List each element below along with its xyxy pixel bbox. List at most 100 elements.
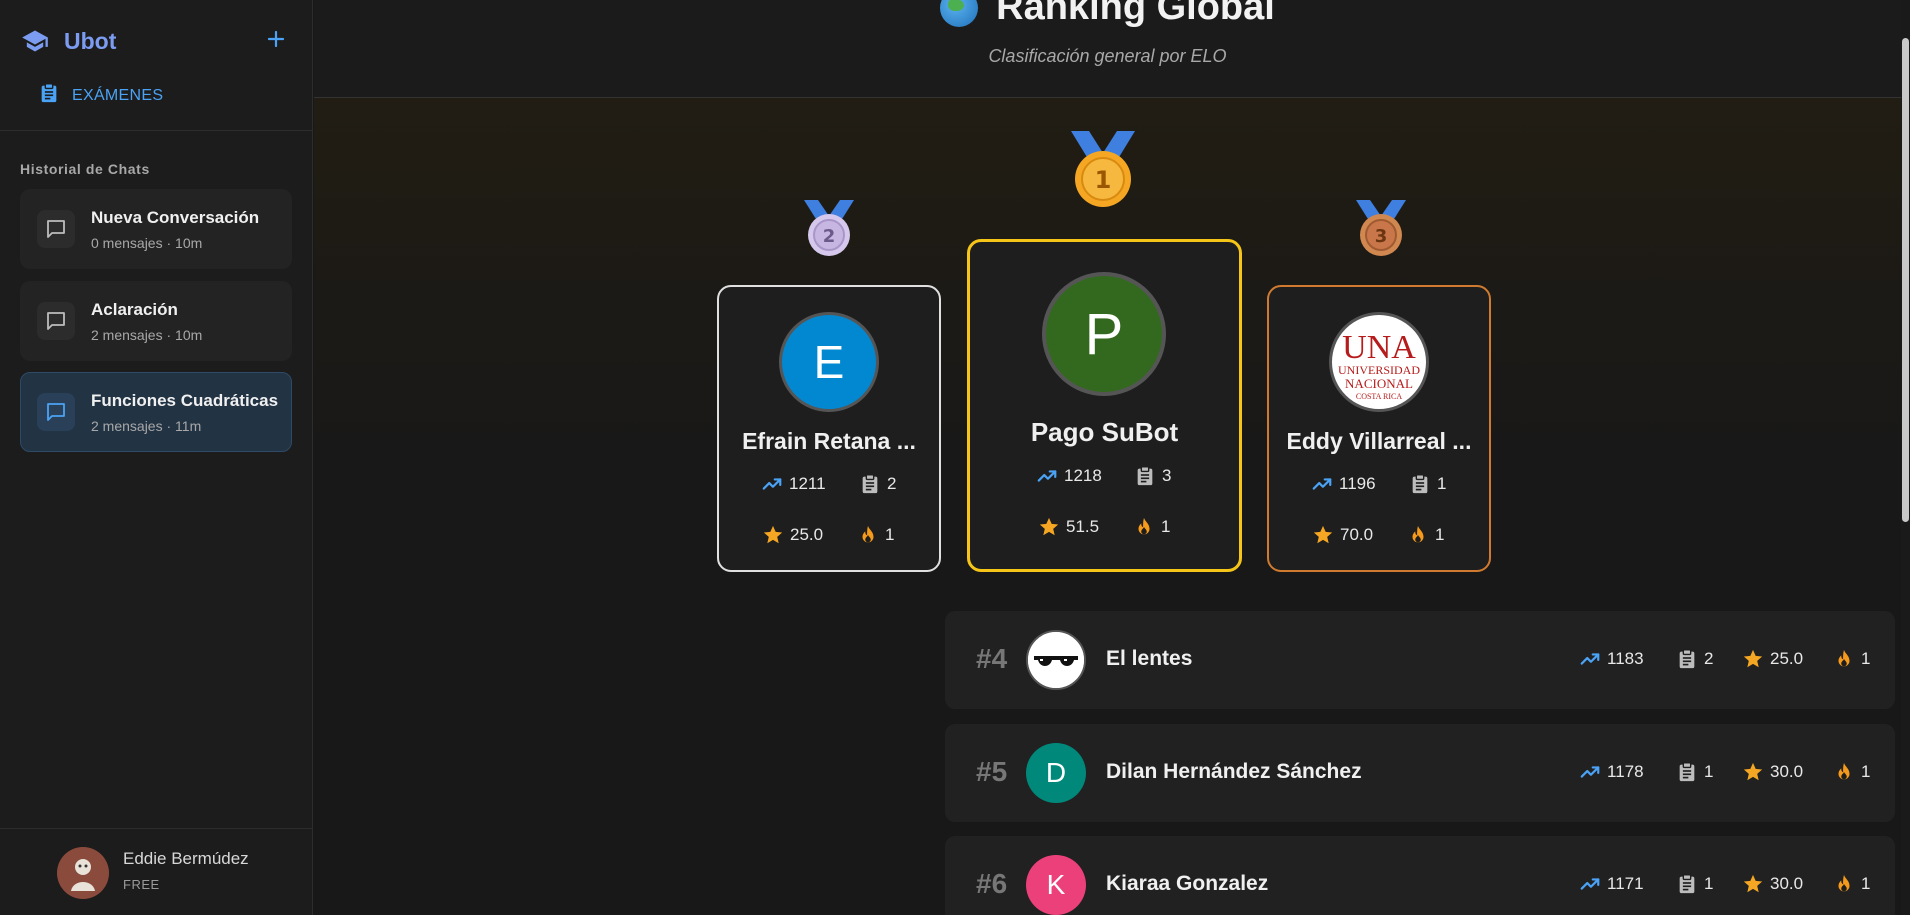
globe-icon xyxy=(940,0,979,27)
svg-text:UNIVERSIDAD: UNIVERSIDAD xyxy=(1338,363,1420,377)
player-name: Eddy Villarreal ... xyxy=(1286,428,1472,454)
chat-item-active[interactable]: Funciones Cuadráticas 2 mensajes · 11m xyxy=(20,372,292,452)
streak-value: 1 xyxy=(1861,874,1871,893)
rank-number: #6 xyxy=(976,868,1008,899)
elo-stat: 1211 xyxy=(761,473,826,495)
scrollbar[interactable] xyxy=(1901,0,1910,915)
exams-stat: 1 xyxy=(1409,473,1446,495)
fire-icon xyxy=(1833,761,1855,783)
user-panel[interactable]: Eddie Bermúdez FREE xyxy=(0,828,313,915)
exams-stat: 1 xyxy=(1676,873,1713,895)
graduation-cap-icon xyxy=(20,26,50,56)
elo-stat: 1183 xyxy=(1579,648,1644,670)
exams-value: 3 xyxy=(1162,466,1172,485)
brand[interactable]: Ubot xyxy=(20,26,116,56)
elo-value: 1218 xyxy=(1064,466,1102,485)
medal-bronze-icon: 3 xyxy=(1353,197,1409,262)
trending-up-icon xyxy=(1579,873,1601,895)
elo-stat: 1196 xyxy=(1311,473,1376,495)
clipboard-icon xyxy=(859,473,881,495)
rank-number: #5 xyxy=(976,756,1008,787)
star-icon xyxy=(1742,761,1764,783)
score-stat: 70.0 xyxy=(1312,524,1373,546)
score-stat: 30.0 xyxy=(1742,761,1803,783)
svg-text:UNA: UNA xyxy=(1342,329,1416,366)
exams-label: EXÁMENES xyxy=(72,86,164,104)
exams-link[interactable]: EXÁMENES xyxy=(38,82,163,109)
fire-icon xyxy=(857,524,879,546)
elo-stat: 1218 xyxy=(1036,465,1102,487)
streak-stat: 1 xyxy=(1833,648,1870,670)
chat-title: Funciones Cuadráticas xyxy=(91,391,279,410)
chat-meta: 2 mensajes · 10m xyxy=(91,327,203,343)
streak-value: 1 xyxy=(1861,762,1871,781)
page-subtitle: Clasificación general por ELO xyxy=(988,46,1227,66)
elo-value: 1196 xyxy=(1339,474,1376,493)
avatar: P xyxy=(1042,272,1166,396)
scrollbar-thumb[interactable] xyxy=(1902,38,1909,522)
chat-title: Nueva Conversación xyxy=(91,208,260,227)
fire-icon xyxy=(1833,648,1855,670)
exams-stat: 3 xyxy=(1134,465,1171,487)
elo-stat: 1171 xyxy=(1579,873,1644,895)
player-name: Dilan Hernández Sánchez xyxy=(1106,760,1362,783)
exams-value: 2 xyxy=(1704,649,1714,668)
clipboard-icon xyxy=(1676,761,1698,783)
trending-up-icon xyxy=(1311,473,1333,495)
streak-stat: 1 xyxy=(1833,873,1870,895)
elo-value: 1171 xyxy=(1607,874,1644,893)
exams-stat: 1 xyxy=(1676,761,1713,783)
star-icon xyxy=(762,524,784,546)
avatar: E xyxy=(779,312,879,412)
score-value: 25.0 xyxy=(790,525,824,544)
streak-value: 1 xyxy=(1161,517,1171,536)
fire-icon xyxy=(1133,516,1155,538)
player-name: Efrain Retana ... xyxy=(742,428,916,454)
score-stat: 25.0 xyxy=(762,524,823,546)
page-title: Ranking Global xyxy=(996,0,1275,28)
podium-card-1[interactable]: P Pago SuBot 1218 3 51.5 1 xyxy=(967,239,1242,572)
exams-stat: 2 xyxy=(859,473,896,495)
exams-value: 1 xyxy=(1704,762,1714,781)
score-value: 70.0 xyxy=(1340,525,1374,544)
clipboard-icon xyxy=(1409,473,1431,495)
streak-stat: 1 xyxy=(857,524,894,546)
exams-value: 1 xyxy=(1437,474,1447,493)
svg-text:1: 1 xyxy=(1095,166,1112,194)
star-icon xyxy=(1038,516,1060,538)
score-stat: 25.0 xyxy=(1742,648,1803,670)
chat-item[interactable]: Aclaración 2 mensajes · 10m xyxy=(20,281,292,361)
streak-value: 1 xyxy=(885,525,895,544)
player-name: Pago SuBot xyxy=(1030,417,1179,447)
score-value: 30.0 xyxy=(1770,874,1804,893)
ranking-row[interactable]: #4 El lentes 1183 2 25.0 1 xyxy=(945,611,1895,709)
sunglasses-avatar xyxy=(1026,630,1086,690)
trending-up-icon xyxy=(1579,761,1601,783)
score-value: 30.0 xyxy=(1770,762,1804,781)
ranking-row[interactable]: #6 K Kiaraa Gonzalez 1171 1 30.0 1 xyxy=(945,836,1895,915)
player-name: Kiaraa Gonzalez xyxy=(1106,872,1269,895)
svg-text:2: 2 xyxy=(823,226,836,247)
plus-icon xyxy=(267,30,285,53)
score-stat: 51.5 xyxy=(1038,516,1099,538)
clipboard-icon xyxy=(1676,873,1698,895)
clipboard-icon xyxy=(38,82,60,109)
podium-card-3[interactable]: UNA UNIVERSIDAD NACIONAL COSTA RICA Eddy… xyxy=(1267,285,1491,572)
medal-silver-icon: 2 xyxy=(801,197,857,262)
avatar: D xyxy=(1026,743,1086,803)
new-chat-button[interactable] xyxy=(262,27,290,55)
clipboard-icon xyxy=(1676,648,1698,670)
chat-item[interactable]: Nueva Conversación 0 mensajes · 10m xyxy=(20,189,292,269)
score-value: 25.0 xyxy=(1770,649,1804,668)
university-logo-avatar: UNA UNIVERSIDAD NACIONAL COSTA RICA xyxy=(1329,312,1429,412)
avatar xyxy=(57,847,109,899)
score-value: 51.5 xyxy=(1066,517,1100,536)
streak-value: 1 xyxy=(1435,525,1445,544)
ranking-row[interactable]: #5 D Dilan Hernández Sánchez 1178 1 30.0… xyxy=(945,724,1895,822)
history-title: Historial de Chats xyxy=(20,161,150,177)
elo-stat: 1178 xyxy=(1579,761,1644,783)
svg-text:COSTA RICA: COSTA RICA xyxy=(1356,392,1402,401)
podium-card-2[interactable]: E Efrain Retana ... 1211 2 25.0 1 xyxy=(717,285,941,572)
streak-stat: 1 xyxy=(1407,524,1444,546)
streak-stat: 1 xyxy=(1133,516,1170,538)
